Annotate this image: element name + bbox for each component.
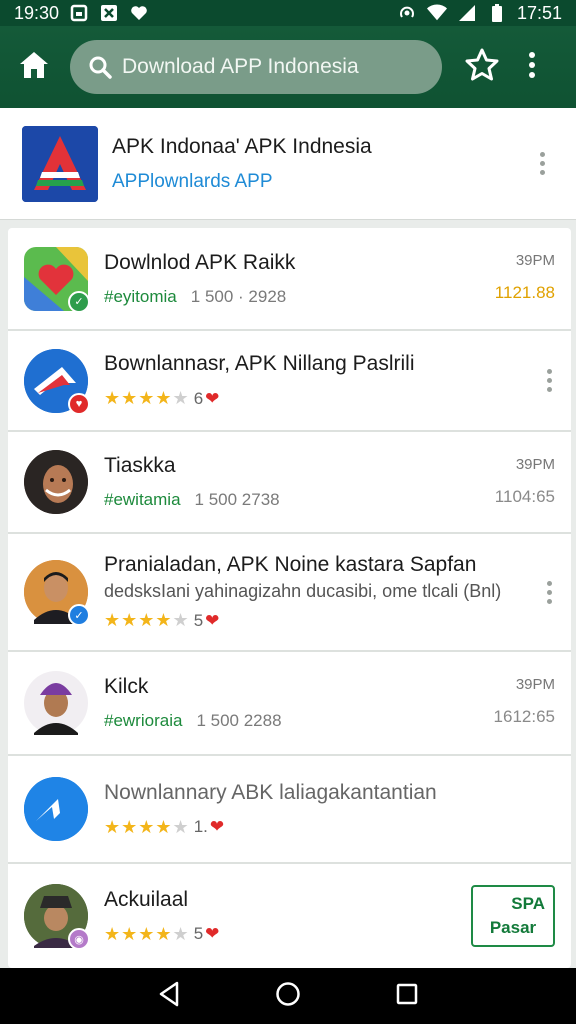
woman-hijab-avatar <box>24 450 88 514</box>
item-description: dedsksIani yahinagizahn ducasibi, ome tl… <box>104 581 502 601</box>
man-hat-avatar: ◉ <box>24 884 90 950</box>
rating-stars: ★★★★★ <box>104 816 190 837</box>
item-tag[interactable]: #ewitamia <box>104 490 181 510</box>
home-icon <box>18 49 50 86</box>
heart-notification-icon <box>129 3 149 23</box>
man-purple-hat-avatar <box>24 671 88 735</box>
item-title: Kilck <box>104 675 149 698</box>
item-more-button[interactable] <box>537 574 561 610</box>
item-amount: 1612:65 <box>493 707 555 726</box>
heart-icon: ❤ <box>209 817 225 836</box>
item-more-button[interactable] <box>537 363 561 399</box>
overflow-menu-button[interactable] <box>520 47 544 87</box>
top-app-bar: Download APP Indonesia <box>0 26 576 108</box>
featured-app-logo <box>22 125 98 202</box>
camera-badge-icon: ◉ <box>68 928 90 950</box>
item-title: Tiaskka <box>104 454 176 477</box>
system-nav-bar <box>0 968 576 1024</box>
app-list: ✓ Dowlnlod APK Raikk #eyitomia 1 500 · 2… <box>8 228 571 968</box>
item-title: Dowlnlod APK Raikk <box>104 250 296 274</box>
item-amount: 1104:65 <box>494 487 555 506</box>
hotspot-icon <box>397 3 417 23</box>
search-text: Download APP Indonesia <box>122 55 359 78</box>
heart-badge-icon: ♥ <box>68 392 90 415</box>
wifi-icon <box>426 3 447 23</box>
battery-icon <box>487 3 507 23</box>
home-circle-icon <box>275 981 301 1012</box>
item-title: Nownlannary ABK laliagakantantian <box>104 780 437 804</box>
messenger-app-icon <box>24 777 88 841</box>
rating-count: 5 <box>193 610 204 630</box>
list-item[interactable]: Nownlannary ABK laliagakantantian ★★★★★ … <box>8 756 571 864</box>
rating-stars: ★★★★★ <box>104 388 190 408</box>
item-meta: 1 500 2738 <box>194 490 280 509</box>
signal-icon <box>457 3 477 23</box>
heart-app-icon: ✓ <box>24 246 90 313</box>
back-triangle-icon <box>157 981 181 1012</box>
home-button[interactable] <box>14 47 54 87</box>
favorite-button[interactable] <box>462 47 502 87</box>
more-vertical-icon <box>528 51 536 84</box>
featured-app-subtitle[interactable]: APPlownlards APP <box>112 171 530 193</box>
star-outline-icon <box>465 48 499 87</box>
item-amount: 1121.88 <box>494 283 555 302</box>
rating-count: 1. <box>193 817 208 836</box>
arrow-app-icon: ♥ <box>24 348 90 415</box>
home-nav-button[interactable] <box>268 976 308 1016</box>
item-tag[interactable]: #eyitomia <box>104 287 177 307</box>
list-item[interactable]: Kilck #ewrioraia 1 500 2288 39PM 1612:65 <box>8 652 571 756</box>
list-item[interactable]: ♥ Bownlannasr, APK Nillang Paslrili ★★★★… <box>8 331 571 432</box>
item-title: Bownlannasr, APK Nillang Paslrili <box>104 352 415 375</box>
item-tag[interactable]: #ewrioraia <box>104 711 182 731</box>
recents-button[interactable] <box>387 976 427 1016</box>
featured-app-title: APK Indonaa' APK Indnesia <box>112 134 372 158</box>
x-notification-icon <box>99 3 119 23</box>
man-suit-avatar: ✓ <box>24 560 90 626</box>
item-title: Pranialadan, APK Noine kastara Sapfan <box>104 553 477 576</box>
list-item[interactable]: ✓ Dowlnlod APK Raikk #eyitomia 1 500 · 2… <box>8 228 571 331</box>
back-button[interactable] <box>149 976 189 1016</box>
item-meta: 1 500 2288 <box>196 711 282 730</box>
status-clock: 17:51 <box>516 2 562 23</box>
featured-app-card[interactable]: APK Indonaa' APK Indnesia APPlownlards A… <box>0 108 576 220</box>
status-time: 19:30 <box>14 2 60 23</box>
rating-stars: ★★★★★ <box>104 610 190 630</box>
rating-count: 5 <box>193 924 204 943</box>
recents-square-icon <box>395 982 419 1011</box>
verified-badge-icon: ✓ <box>68 290 90 313</box>
list-item[interactable]: ✓ Pranialadan, APK Noine kastara Sapfan … <box>8 534 571 652</box>
search-input[interactable]: Download APP Indonesia <box>70 40 442 94</box>
rating-stars: ★★★★★ <box>104 923 190 944</box>
list-item[interactable]: Tiaskka #ewitamia 1 500 2738 39PM 1104:6… <box>8 432 571 534</box>
item-time: 39PM <box>515 676 555 693</box>
verified-badge-icon: ✓ <box>68 604 90 626</box>
rating-count: 6 <box>193 388 204 408</box>
square-notification-icon <box>69 3 89 23</box>
status-bar: 19:30 17:51 <box>0 0 576 26</box>
list-item[interactable]: ◉ Ackuilaal ★★★★★ 5 ❤ SPA Pasar <box>8 864 571 968</box>
item-meta: 1 500 · 2928 <box>190 286 287 306</box>
search-icon <box>88 54 114 80</box>
heart-icon: ❤ <box>205 924 220 943</box>
spa-pasar-button[interactable]: SPA Pasar <box>471 885 555 947</box>
heart-icon: ❤ <box>205 388 220 408</box>
featured-more-button[interactable] <box>530 146 554 182</box>
item-time: 39PM <box>515 252 555 269</box>
heart-icon: ❤ <box>205 610 220 630</box>
item-time: 39PM <box>515 456 555 473</box>
